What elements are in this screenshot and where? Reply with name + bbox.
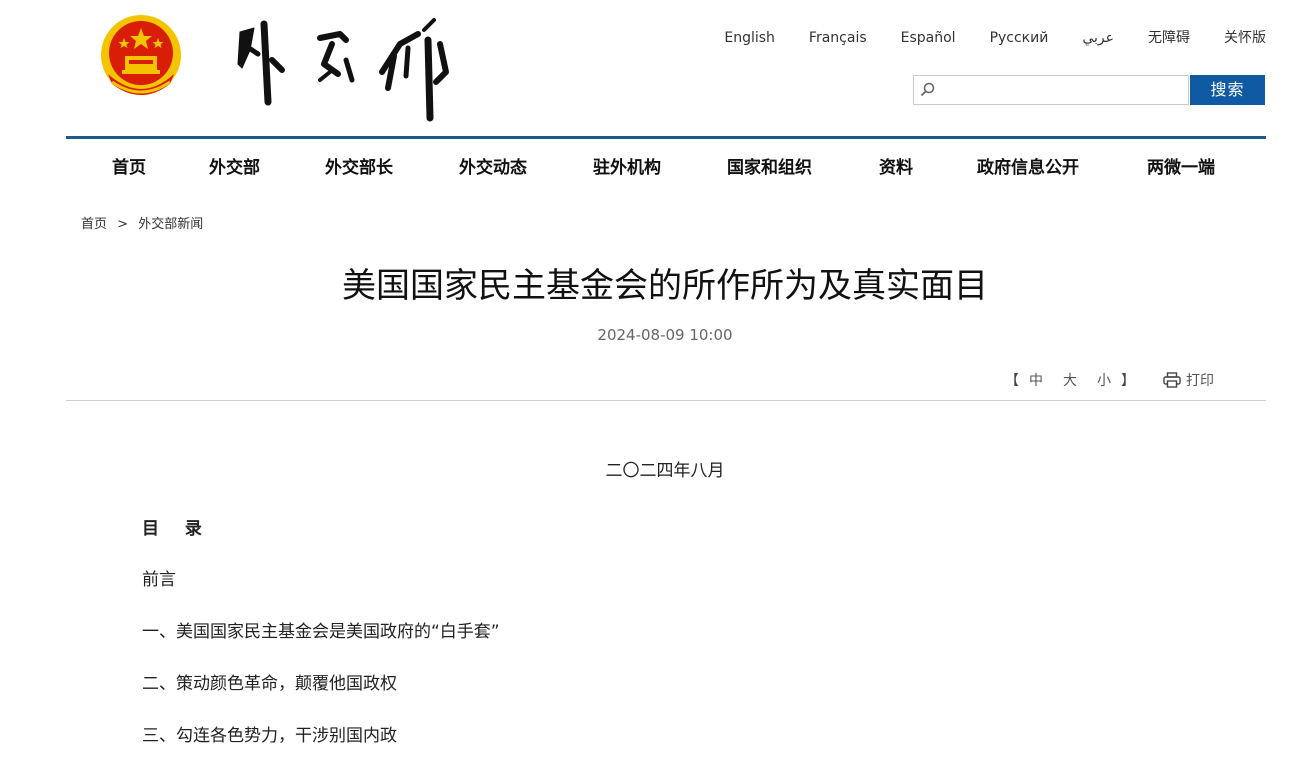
font-size-close-bracket: 】: [1121, 373, 1135, 389]
toc-item-preface: 前言: [142, 570, 176, 590]
breadcrumb-separator: >: [117, 217, 129, 232]
national-emblem-icon[interactable]: [98, 12, 184, 102]
article-toolbar: 【 中 大 小 】 打印: [1005, 370, 1214, 390]
article-date-line: 二〇二四年八月: [605, 461, 725, 481]
nav-item-minister[interactable]: 外交部长: [325, 153, 393, 178]
search-input[interactable]: [942, 78, 1186, 104]
nav-item-ministry[interactable]: 外交部: [209, 153, 260, 178]
ministry-calligraphy-logo[interactable]: [228, 10, 460, 128]
nav-item-missions-abroad[interactable]: 驻外机构: [593, 153, 661, 178]
print-label: 打印: [1186, 373, 1214, 389]
toc-item-3: 三、勾连各色势力，干涉别国内政: [142, 726, 397, 746]
nav-item-countries-organizations[interactable]: 国家和组织: [727, 153, 812, 178]
nav-item-home[interactable]: 首页: [112, 153, 146, 178]
article-body: 二〇二四年八月 目 录 前言 一、美国国家民主基金会是美国政府的“白手套” 二、…: [142, 456, 1192, 777]
header-divider: [66, 400, 1266, 401]
lang-russian-link[interactable]: Русский: [990, 28, 1049, 48]
nav-item-resources[interactable]: 资料: [879, 153, 913, 178]
nav-item-diplomatic-news[interactable]: 外交动态: [459, 153, 527, 178]
search-box: [913, 75, 1189, 105]
lang-spanish-link[interactable]: Español: [901, 28, 956, 48]
font-size-medium-button[interactable]: 中: [1029, 370, 1043, 390]
search-button[interactable]: 搜索: [1190, 75, 1265, 105]
lang-french-link[interactable]: Français: [809, 28, 867, 48]
font-size-open-bracket: 【: [1005, 373, 1019, 389]
care-version-link[interactable]: 关怀版: [1224, 28, 1266, 48]
language-bar: English Français Español Русский عربي 无障…: [690, 28, 1266, 48]
toc-title: 目 录: [142, 519, 212, 539]
accessibility-link[interactable]: 无障碍: [1148, 28, 1190, 48]
toc-item-1: 一、美国国家民主基金会是美国政府的“白手套”: [142, 622, 500, 642]
nav-item-new-media[interactable]: 两微一端: [1147, 153, 1215, 178]
article-date: 2024-08-09 10:00: [597, 326, 733, 344]
article-title: 美国国家民主基金会的所作所为及真实面目: [342, 266, 988, 306]
lang-english-link[interactable]: English: [724, 28, 775, 48]
nav-item-government-info[interactable]: 政府信息公开: [977, 153, 1079, 178]
breadcrumb-home-link[interactable]: 首页: [81, 217, 107, 232]
print-button[interactable]: 打印: [1163, 370, 1214, 390]
search-icon: [921, 82, 935, 96]
font-size-small-button[interactable]: 小: [1097, 370, 1111, 390]
breadcrumb-current-link[interactable]: 外交部新闻: [138, 217, 203, 232]
lang-arabic-link[interactable]: عربي: [1082, 28, 1114, 48]
site-header: English Français Español Русский عربي 无障…: [0, 0, 1289, 136]
breadcrumb: 首页 > 外交部新闻: [81, 213, 203, 232]
toc-item-2: 二、策动颜色革命，颠覆他国政权: [142, 674, 397, 694]
font-size-large-button[interactable]: 大: [1063, 370, 1077, 390]
main-nav: 首页 外交部 外交部长 外交动态 驻外机构 国家和组织 资料 政府信息公开 两微…: [66, 136, 1266, 190]
printer-icon: [1163, 372, 1181, 388]
